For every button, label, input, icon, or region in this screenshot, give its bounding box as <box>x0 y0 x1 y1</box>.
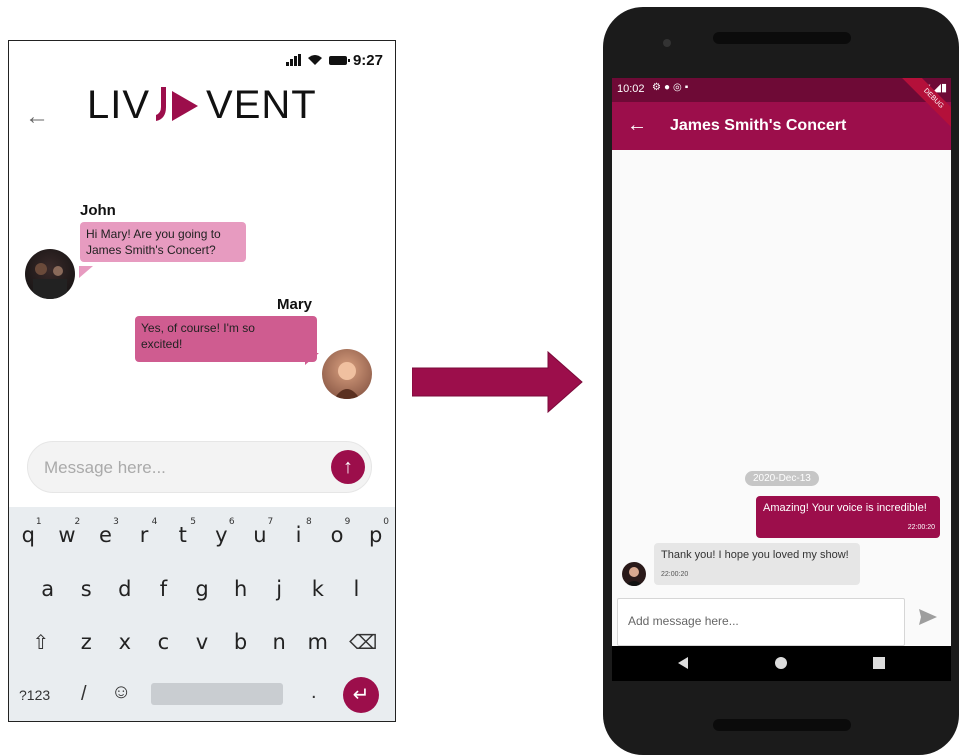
message-bubble-john: Hi Mary! Are you going to James Smith's … <box>80 222 246 262</box>
key-q[interactable]: q1 <box>9 517 48 547</box>
key-y[interactable]: y6 <box>202 517 241 547</box>
design-mockup: 9:27 ← LIV VENT John Hi Mary! Are you go… <box>8 40 396 722</box>
transition-arrow <box>412 350 583 414</box>
key-e[interactable]: e3 <box>86 517 125 547</box>
key-k[interactable]: k <box>298 577 337 601</box>
key-d[interactable]: d <box>106 577 145 601</box>
send-button[interactable]: ↑ <box>331 450 365 484</box>
camera <box>663 39 671 47</box>
nav-home-icon[interactable] <box>774 656 788 670</box>
key-l[interactable]: l <box>337 577 376 601</box>
symbols-key[interactable]: ?123 <box>19 687 50 703</box>
speaker <box>713 32 851 44</box>
key-x[interactable]: x <box>106 630 145 654</box>
battery-icon <box>328 55 350 65</box>
key-b[interactable]: b <box>221 630 260 654</box>
key-r[interactable]: r4 <box>125 517 164 547</box>
up-arrow-icon: ↑ <box>343 456 353 478</box>
key-p[interactable]: p0 <box>356 517 395 547</box>
speaker <box>713 719 851 731</box>
outgoing-message[interactable]: Amazing! Your voice is incredible! 22:00… <box>756 496 940 538</box>
back-arrow-icon[interactable]: ← <box>25 103 49 131</box>
message-input-placeholder: Message here... <box>44 458 166 477</box>
bubble-tail <box>305 353 319 365</box>
soft-keyboard: q1w2e3r4t5y6u7i8o9p0 asdfghjkl ⇧ zxcvbnm… <box>9 507 395 721</box>
date-chip: 2020-Dec-13 <box>745 471 819 486</box>
logo-play-icon <box>156 86 199 121</box>
incoming-text: Thank you! I hope you loved my show! <box>661 549 849 561</box>
key-i[interactable]: i8 <box>279 517 318 547</box>
notification-icons: ⚙●◎▪ <box>652 82 692 93</box>
navigation-bar <box>612 646 951 681</box>
avatar-mary <box>322 349 372 399</box>
nav-back-icon[interactable] <box>676 656 690 670</box>
avatar-john <box>25 249 75 299</box>
wifi-icon <box>307 55 322 65</box>
slash-key[interactable]: / <box>81 683 87 706</box>
incoming-message[interactable]: Thank you! I hope you loved my show! 22:… <box>654 543 860 585</box>
key-s[interactable]: s <box>67 577 106 601</box>
chat-title: James Smith's Concert <box>670 117 847 134</box>
key-j[interactable]: j <box>260 577 299 601</box>
message-bubble-mary: Yes, of course! I'm so excited! <box>135 316 317 362</box>
signal-icon <box>285 54 301 66</box>
shift-icon[interactable]: ⇧ <box>15 630 67 654</box>
incoming-time: 22:00:20 <box>661 571 689 578</box>
android-phone: 10:02 ⚙●◎▪ ▼◢▮ ← James Smith's Concert D… <box>603 7 959 755</box>
key-u[interactable]: u7 <box>241 517 280 547</box>
period-key[interactable]: . <box>311 681 317 704</box>
status-time: 10:02 <box>617 83 645 95</box>
send-icon[interactable] <box>918 608 938 626</box>
sender-name-john: John <box>80 202 116 219</box>
outgoing-time: 22:00:20 <box>907 524 935 531</box>
key-n[interactable]: n <box>260 630 299 654</box>
sender-avatar <box>622 562 646 586</box>
livevent-logo: LIV VENT <box>87 83 317 127</box>
key-m[interactable]: m <box>298 630 337 654</box>
emoji-icon[interactable]: ☺ <box>111 681 131 704</box>
app-bar: ← James Smith's Concert <box>612 102 951 150</box>
nav-recents-icon[interactable] <box>872 656 886 670</box>
mock-status-time: 9:27 <box>352 51 383 69</box>
message-input-placeholder: Add message here... <box>628 614 739 628</box>
key-h[interactable]: h <box>221 577 260 601</box>
message-input[interactable]: Message here... ↑ <box>27 441 372 493</box>
key-f[interactable]: f <box>144 577 183 601</box>
enter-icon[interactable]: ↵ <box>343 677 379 713</box>
message-input[interactable]: Add message here... <box>617 598 905 646</box>
bubble-tail <box>79 266 93 278</box>
key-a[interactable]: a <box>28 577 67 601</box>
status-bar: 10:02 ⚙●◎▪ ▼◢▮ <box>612 78 951 102</box>
key-z[interactable]: z <box>67 630 106 654</box>
space-key[interactable] <box>151 683 283 705</box>
backspace-icon[interactable]: ⌫ <box>337 630 389 654</box>
key-w[interactable]: w2 <box>48 517 87 547</box>
mock-status-bar: 9:27 <box>285 51 383 69</box>
back-arrow-icon[interactable]: ← <box>627 114 647 137</box>
sender-name-mary: Mary <box>277 296 313 313</box>
key-t[interactable]: t5 <box>163 517 202 547</box>
phone-screen: 10:02 ⚙●◎▪ ▼◢▮ ← James Smith's Concert D… <box>612 78 951 681</box>
outgoing-text: Amazing! Your voice is incredible! <box>763 502 927 514</box>
key-v[interactable]: v <box>183 630 222 654</box>
key-o[interactable]: o9 <box>318 517 357 547</box>
key-g[interactable]: g <box>183 577 222 601</box>
key-c[interactable]: c <box>144 630 183 654</box>
